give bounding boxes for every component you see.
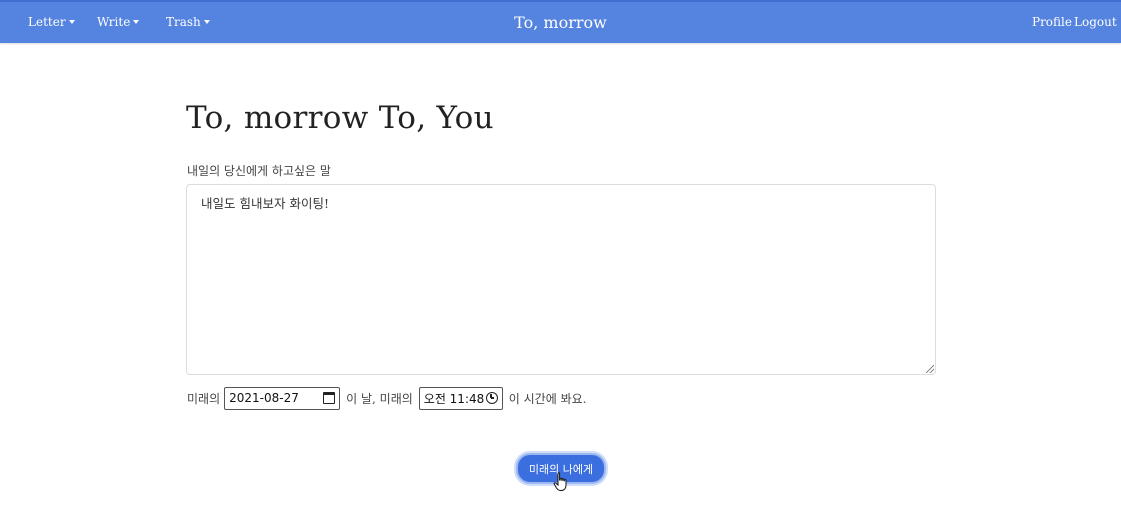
send-to-future-button[interactable]: 미래의 나에게 bbox=[516, 453, 606, 484]
page-title: To, morrow To, You bbox=[186, 100, 494, 136]
nav-letter-label: Letter bbox=[28, 15, 66, 29]
nav-link-profile[interactable]: Profile bbox=[1032, 2, 1072, 43]
nav-dropdown-write[interactable]: Write bbox=[97, 2, 140, 43]
message-label: 내일의 당신에게 하고싶은 말 bbox=[187, 164, 331, 178]
caret-down-icon bbox=[68, 20, 75, 24]
schedule-middle: 이 날, 미래의 bbox=[346, 391, 413, 406]
nav-trash-label: Trash bbox=[166, 15, 201, 29]
nav-write-label: Write bbox=[97, 15, 131, 29]
time-input[interactable]: 오전 11:48 bbox=[418, 386, 503, 410]
clock-icon[interactable] bbox=[485, 392, 498, 404]
schedule-prefix: 미래의 bbox=[187, 391, 221, 406]
nav-dropdown-trash[interactable]: Trash bbox=[166, 2, 210, 43]
top-navbar: Letter Write Trash To, morrow Profile Lo… bbox=[0, 0, 1121, 43]
message-textarea[interactable]: 내일도 힘내보자 화이팅! bbox=[186, 184, 936, 375]
date-input[interactable]: 2021-08-27 bbox=[224, 386, 341, 410]
schedule-row: 미래의 2021-08-27 이 날, 미래의 오전 11:48 이 시간에 봐… bbox=[187, 386, 947, 410]
caret-down-icon bbox=[203, 20, 210, 24]
calendar-icon[interactable] bbox=[323, 392, 336, 404]
nav-dropdown-letter[interactable]: Letter bbox=[28, 2, 75, 43]
caret-down-icon bbox=[133, 20, 140, 24]
brand-link[interactable]: To, morrow bbox=[514, 13, 607, 32]
resize-handle-icon[interactable] bbox=[926, 365, 934, 373]
time-value: 오전 11:48 bbox=[423, 391, 485, 406]
date-value: 2021-08-27 bbox=[229, 391, 299, 405]
schedule-suffix: 이 시간에 봐요. bbox=[508, 391, 587, 406]
nav-link-logout[interactable]: Logout bbox=[1074, 2, 1117, 43]
